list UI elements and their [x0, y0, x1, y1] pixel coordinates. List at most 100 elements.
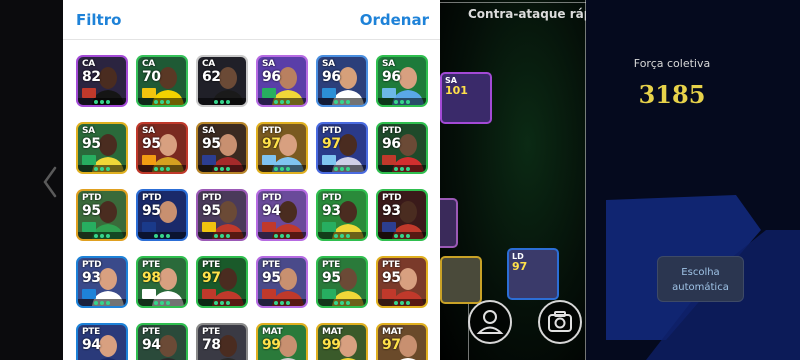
player-card-face: PTD 95	[138, 191, 186, 239]
player-card[interactable]: PTE 94	[136, 323, 188, 360]
player-rating: 96	[382, 69, 401, 85]
player-card[interactable]: SA 95	[196, 122, 248, 174]
player-card[interactable]: SA 96	[376, 55, 428, 107]
player-card[interactable]: PTD 93	[376, 189, 428, 241]
team-strength-label: Força coletiva	[633, 57, 711, 70]
pitch-player-card[interactable]: SA 101	[440, 72, 492, 124]
player-rating: 95	[382, 270, 401, 286]
player-card[interactable]: CA 62	[196, 55, 248, 107]
player-card[interactable]: PTD 95	[196, 189, 248, 241]
pitch-player-card-partial[interactable]	[440, 256, 482, 304]
pitch-card-face	[440, 200, 456, 246]
player-card[interactable]: SA 95	[136, 122, 188, 174]
player-card-face: SA 95	[198, 124, 246, 172]
skill-dots	[78, 299, 126, 306]
player-position: MAT	[262, 327, 283, 337]
player-card-face: PTD 97	[258, 124, 306, 172]
player-card[interactable]: MAT 99	[316, 323, 368, 360]
player-card[interactable]: PTD 97	[256, 122, 308, 174]
skill-dots	[258, 98, 306, 105]
player-card[interactable]: CA 70	[136, 55, 188, 107]
player-card[interactable]: CA 82	[76, 55, 128, 107]
skill-dot-icon	[274, 234, 278, 238]
skill-dot-icon	[226, 234, 230, 238]
player-card[interactable]: PTE 94	[76, 323, 128, 360]
player-rating: 95	[202, 136, 221, 152]
player-card[interactable]: MAT 97	[376, 323, 428, 360]
skill-dot-icon	[406, 100, 410, 104]
player-position: PTD	[202, 193, 222, 203]
skill-dot-icon	[334, 301, 338, 305]
skill-dot-icon	[220, 301, 224, 305]
chevron-left-icon[interactable]	[40, 165, 60, 199]
player-card[interactable]: PTD 95	[76, 189, 128, 241]
pitch-player-card[interactable]: LD 97	[507, 248, 559, 300]
auto-select-label: automática	[672, 282, 729, 293]
player-rating: 97	[262, 136, 281, 152]
skill-dot-icon	[334, 100, 338, 104]
skill-dot-icon	[394, 301, 398, 305]
skill-dot-icon	[274, 167, 278, 171]
player-position: PTE	[202, 260, 220, 270]
player-card[interactable]: PTE 97	[196, 256, 248, 308]
auto-select-button[interactable]: Escolha automática	[657, 256, 744, 302]
nation-flag-icon	[382, 155, 396, 165]
player-card-face: PTE 94	[78, 325, 126, 360]
skill-dot-icon	[160, 234, 164, 238]
player-rating: 95	[82, 203, 101, 219]
player-rating: 94	[142, 337, 161, 353]
skill-dot-icon	[340, 100, 344, 104]
player-card[interactable]: PTD 94	[256, 189, 308, 241]
skill-dot-icon	[346, 167, 350, 171]
skill-dots	[318, 165, 366, 172]
player-card[interactable]: PTE 95	[256, 256, 308, 308]
player-card[interactable]: SA 95	[76, 122, 128, 174]
player-card[interactable]: MAT 99	[256, 323, 308, 360]
camera-button[interactable]	[538, 300, 582, 344]
player-card[interactable]: PTD 95	[136, 189, 188, 241]
player-card-face: MAT 99	[318, 325, 366, 360]
player-card[interactable]: PTD 97	[316, 122, 368, 174]
player-rating: 97	[202, 270, 221, 286]
skill-dot-icon	[166, 100, 170, 104]
player-card[interactable]: PTE 95	[376, 256, 428, 308]
player-profile-button[interactable]	[468, 300, 512, 344]
skill-dot-icon	[286, 234, 290, 238]
left-margin	[0, 0, 63, 360]
player-card[interactable]: PTD 96	[376, 122, 428, 174]
nation-flag-icon	[322, 289, 336, 299]
player-card[interactable]: PTE 95	[316, 256, 368, 308]
skill-dot-icon	[226, 301, 230, 305]
player-card[interactable]: SA 96	[316, 55, 368, 107]
player-rating: 97	[322, 136, 341, 152]
player-rating: 95	[82, 136, 101, 152]
player-rating: 96	[322, 69, 341, 85]
skill-dots	[198, 165, 246, 172]
panel-header: Filtro Ordenar	[63, 0, 440, 40]
nation-flag-icon	[322, 155, 336, 165]
player-card[interactable]: PTD 93	[76, 256, 128, 308]
player-card[interactable]: PTE 98	[136, 256, 188, 308]
skill-dot-icon	[100, 301, 104, 305]
player-card[interactable]: PTD 93	[316, 189, 368, 241]
pitch-player-card-partial[interactable]	[440, 198, 458, 248]
player-card[interactable]: SA 96	[256, 55, 308, 107]
player-card-face: MAT 99	[258, 325, 306, 360]
player-card-face: PTE 95	[378, 258, 426, 306]
player-card-face: PTD 96	[378, 124, 426, 172]
skill-dot-icon	[94, 167, 98, 171]
filter-button[interactable]: Filtro	[76, 11, 121, 29]
player-card[interactable]: PTE 78	[196, 323, 248, 360]
nation-flag-icon	[262, 88, 276, 98]
skill-dot-icon	[340, 234, 344, 238]
skill-dot-icon	[160, 301, 164, 305]
skill-dots	[378, 98, 426, 105]
player-rating: 95	[142, 203, 161, 219]
player-card-face: PTD 95	[78, 191, 126, 239]
sort-button[interactable]: Ordenar	[360, 11, 429, 29]
player-card-face: CA 62	[198, 57, 246, 105]
player-rating: 96	[262, 69, 281, 85]
player-rating: 70	[142, 69, 161, 85]
player-position: SA	[322, 59, 335, 69]
player-rating: 97	[382, 337, 401, 353]
